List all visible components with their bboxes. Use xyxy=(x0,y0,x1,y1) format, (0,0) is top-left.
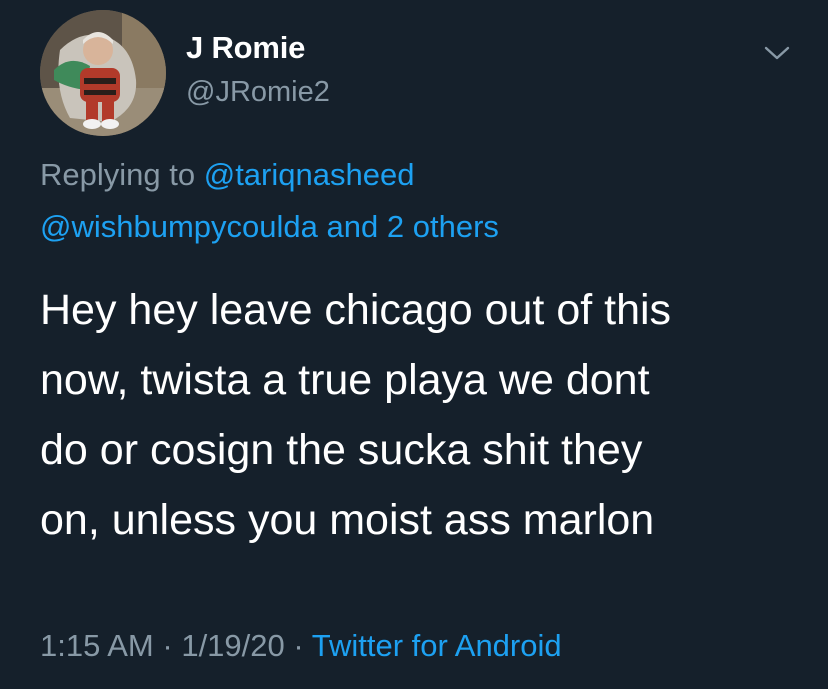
tweet-text-line: do or cosign the sucka shit they xyxy=(40,426,643,474)
and-label: and xyxy=(326,209,379,244)
replying-to-continued: @wishbumpycoulda and 2 others xyxy=(40,209,499,245)
user-handle[interactable]: @JRomie2 xyxy=(186,76,330,109)
tweet-source-link[interactable]: Twitter for Android xyxy=(312,628,562,663)
separator: · xyxy=(293,628,304,663)
replying-to: Replying to @tariqnasheed xyxy=(40,157,414,193)
tweet-menu-button[interactable] xyxy=(760,40,794,66)
replying-to-label: Replying to xyxy=(40,157,196,192)
chevron-down-icon xyxy=(764,46,790,60)
tweet-metadata: 1:15 AM · 1/19/20 · Twitter for Android xyxy=(40,628,562,664)
mention-link[interactable]: @wishbumpycoulda xyxy=(40,209,318,244)
avatar-photo-icon xyxy=(40,10,166,136)
avatar[interactable] xyxy=(40,10,166,136)
tweet-text: Hey hey leave chicago out of this now, t… xyxy=(40,275,800,555)
separator: · xyxy=(162,628,173,663)
tweet-date[interactable]: 1/19/20 xyxy=(181,628,284,663)
others-link[interactable]: 2 others xyxy=(387,209,499,244)
mention-link[interactable]: @tariqnasheed xyxy=(204,157,415,192)
tweet-text-line: now, twista a true playa we dont xyxy=(40,356,650,404)
tweet: J Romie @JRomie2 Replying to @tariqnashe… xyxy=(0,0,828,689)
tweet-text-line: on, unless you moist ass marlon xyxy=(40,496,655,544)
tweet-time[interactable]: 1:15 AM xyxy=(40,628,154,663)
display-name[interactable]: J Romie xyxy=(186,30,305,66)
tweet-text-line: Hey hey leave chicago out of this xyxy=(40,286,672,334)
